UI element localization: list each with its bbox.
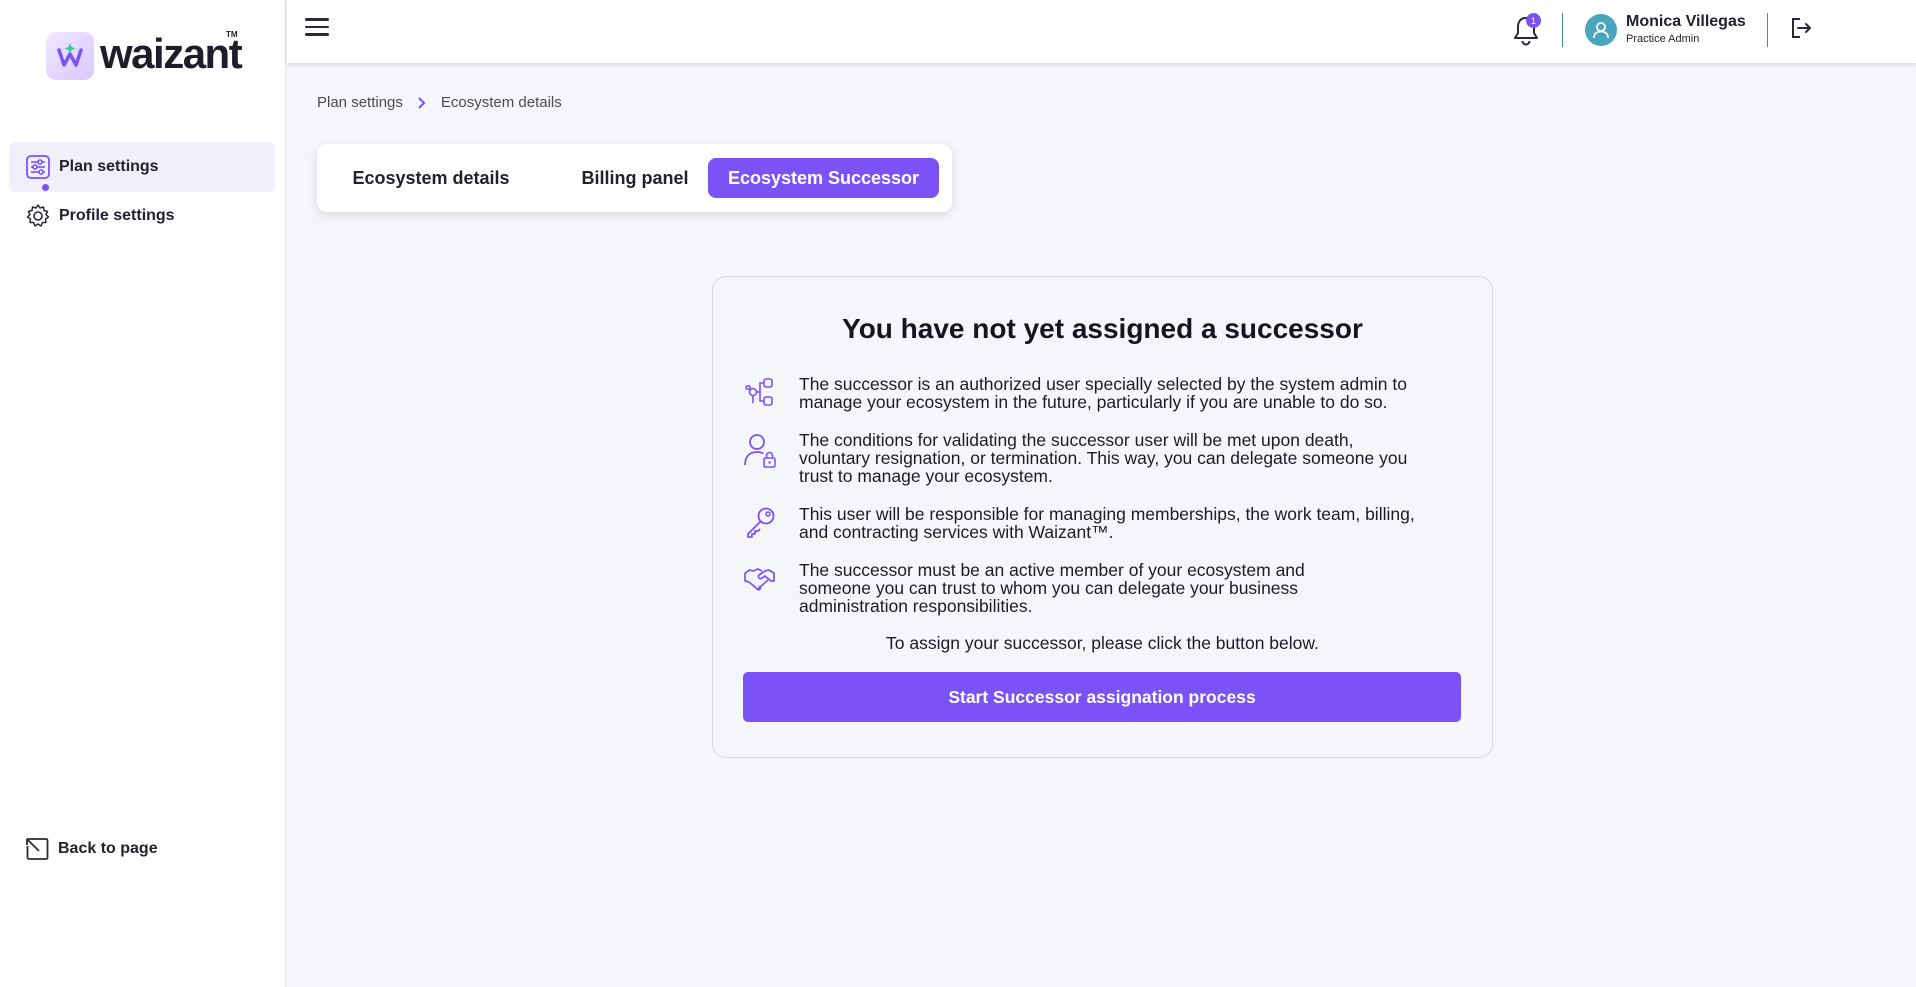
tab-billing-panel[interactable]: Billing panel xyxy=(553,158,717,198)
info-row: The conditions for validating the succes… xyxy=(743,431,1463,485)
info-line: The conditions for validating the succes… xyxy=(799,430,1354,450)
sliders-icon xyxy=(25,154,51,180)
info-row: This user will be responsible for managi… xyxy=(743,505,1463,541)
tab-ecosystem-successor[interactable]: Ecosystem Successor xyxy=(708,158,939,198)
menu-icon[interactable] xyxy=(305,18,329,38)
logo-mark-icon xyxy=(46,32,94,80)
sidebar-item-label: Profile settings xyxy=(59,207,175,224)
avatar[interactable] xyxy=(1585,14,1617,46)
info-line: administration responsibilities. xyxy=(799,596,1033,616)
divider xyxy=(1562,13,1563,47)
info-line: This user will be responsible for managi… xyxy=(799,504,1415,524)
info-line: voluntary resignation, or termination. T… xyxy=(799,448,1408,468)
user-name: Monica Villegas xyxy=(1626,13,1746,30)
info-line: someone you can trust to whom you can de… xyxy=(799,578,1299,598)
logo-tm: TM xyxy=(226,30,238,39)
breadcrumb-item-plan-settings[interactable]: Plan settings xyxy=(317,94,403,111)
handshake-icon xyxy=(743,561,783,615)
card-title: You have not yet assigned a successor xyxy=(842,313,1363,344)
info-line: The successor is an authorized user spec… xyxy=(799,374,1407,394)
breadcrumb-item-ecosystem-details[interactable]: Ecosystem details xyxy=(441,94,562,111)
start-successor-assignation-button[interactable]: Start Successor assignation process xyxy=(743,672,1461,722)
info-line: The successor must be an active member o… xyxy=(799,560,1305,580)
user-role: Practice Admin xyxy=(1626,33,1700,45)
logo-text: waizant xyxy=(100,30,243,77)
chevron-right-icon xyxy=(417,96,427,110)
sidebar-item-label: Plan settings xyxy=(59,158,159,175)
info-row: The successor is an authorized user spec… xyxy=(743,375,1463,411)
back-to-page-label: Back to page xyxy=(58,840,158,857)
user-lock-icon xyxy=(743,431,783,485)
topbar: 1 Monica Villegas Practice Admin xyxy=(287,0,1916,63)
sidebar-item-profile-settings[interactable]: Profile settings xyxy=(9,191,275,241)
info-line: trust to manage your ecosystem. xyxy=(799,466,1053,486)
successor-card: You have not yet assigned a successor Th… xyxy=(712,276,1493,758)
sidebar-item-plan-settings[interactable]: Plan settings xyxy=(9,142,275,192)
tabs: Ecosystem details Billing panel Ecosyste… xyxy=(317,144,952,212)
key-icon xyxy=(743,505,783,541)
back-to-page-link[interactable]: Back to page xyxy=(24,836,158,862)
breadcrumb: Plan settings Ecosystem details xyxy=(317,94,562,111)
info-row: The successor must be an active member o… xyxy=(743,561,1463,615)
logout-icon[interactable] xyxy=(1789,16,1813,40)
waizant-logo[interactable]: waizant xyxy=(46,30,243,80)
assign-note: To assign your successor, please click t… xyxy=(886,633,1319,653)
gear-icon xyxy=(25,203,51,229)
back-arrow-icon xyxy=(24,836,50,862)
network-icon xyxy=(743,375,783,411)
divider xyxy=(1767,13,1768,47)
active-indicator-dot xyxy=(42,184,49,191)
notification-badge: 1 xyxy=(1526,13,1541,28)
info-line: manage your ecosystem in the future, par… xyxy=(799,392,1388,412)
sidebar: waizant TM Plan settings Profile setting… xyxy=(0,0,286,987)
info-line: and contracting services with Waizant™. xyxy=(799,522,1114,542)
tab-ecosystem-details[interactable]: Ecosystem details xyxy=(331,158,531,198)
